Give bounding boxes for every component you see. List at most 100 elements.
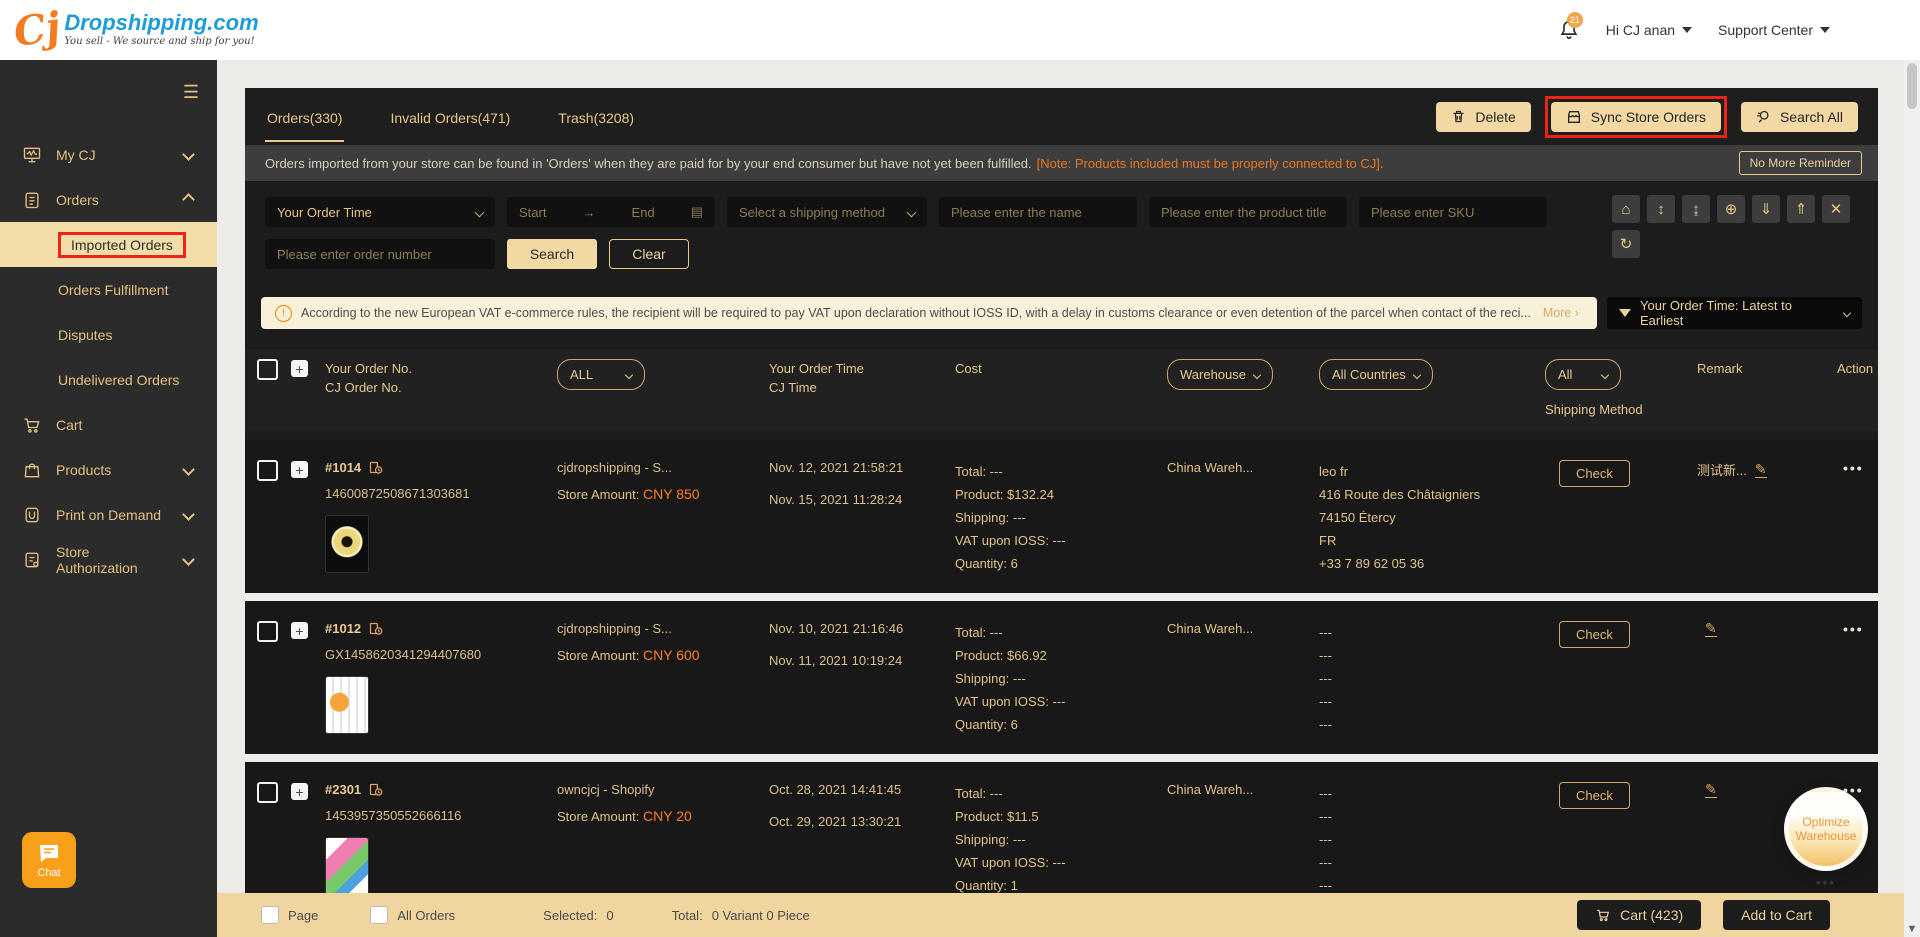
product-thumbnail[interactable] bbox=[325, 676, 369, 734]
create-order-icon[interactable]: ⊕ bbox=[1717, 195, 1745, 223]
sidebar-item-imported-orders[interactable]: Imported Orders bbox=[0, 222, 217, 267]
sku-filter-input[interactable] bbox=[1359, 197, 1547, 227]
order-row: + #2301 1453957350552666116 owncjcj - Sh… bbox=[245, 754, 1878, 915]
vat-notice-row: ! According to the new European VAT e-co… bbox=[261, 297, 1862, 329]
address-line: leo fr bbox=[1319, 464, 1348, 479]
chevron-down-icon bbox=[182, 508, 195, 521]
scrollbar-thumb[interactable] bbox=[1907, 63, 1917, 109]
page-checkbox[interactable] bbox=[261, 906, 279, 924]
expand-row-button[interactable]: + bbox=[291, 622, 308, 639]
row-checkbox[interactable] bbox=[257, 782, 278, 803]
scrollbar-down-arrow[interactable]: ▼ bbox=[1904, 923, 1920, 935]
annotation-red-box: Sync Store Orders bbox=[1544, 95, 1727, 138]
expand-row-button[interactable]: + bbox=[291, 783, 308, 800]
chat-button[interactable]: Chat bbox=[22, 832, 76, 888]
export-excel-icon[interactable]: ⇓ bbox=[1752, 195, 1780, 223]
expand-all-icon[interactable]: ↕ bbox=[1647, 195, 1675, 223]
sort-order-button[interactable]: Your Order Time: Latest to Earliest bbox=[1607, 297, 1862, 329]
tab-invalid-orders[interactable]: Invalid Orders(471) bbox=[388, 92, 512, 142]
row-checkbox[interactable] bbox=[257, 460, 278, 481]
your-order-time: Nov. 12, 2021 21:58:21 bbox=[769, 460, 904, 475]
total-value: 0 Variant 0 Piece bbox=[711, 907, 810, 923]
row-checkbox[interactable] bbox=[257, 621, 278, 642]
total-label: Total: bbox=[671, 907, 703, 923]
expand-row-button[interactable]: + bbox=[291, 461, 308, 478]
store-amount-label: Store Amount: bbox=[557, 648, 640, 663]
edit-address-icon[interactable]: ⌂ bbox=[1612, 195, 1640, 223]
expand-all-rows-button[interactable]: + bbox=[291, 360, 308, 377]
column-cost: Cost bbox=[955, 361, 982, 376]
monitor-icon bbox=[23, 147, 41, 162]
sidebar-item-products[interactable]: Products bbox=[0, 447, 217, 492]
edit-remark-icon[interactable]: ✎ bbox=[1705, 621, 1717, 637]
vat-more-link[interactable]: More › bbox=[1543, 306, 1579, 320]
cost-line: Total: --- bbox=[955, 625, 1003, 640]
check-button[interactable]: Check bbox=[1559, 460, 1630, 487]
warehouse-filter-dropdown[interactable]: Warehouse bbox=[1167, 359, 1273, 390]
row-more-actions[interactable]: ••• bbox=[1829, 621, 1878, 637]
optimize-warehouse-button[interactable]: Optimize Warehouse bbox=[1784, 787, 1868, 871]
product-thumbnail[interactable] bbox=[325, 837, 369, 895]
delete-button[interactable]: Delete bbox=[1436, 101, 1531, 132]
chevron-down-icon bbox=[182, 463, 195, 476]
scrollbar[interactable]: ▼ bbox=[1904, 60, 1920, 937]
no-more-reminder-button[interactable]: No More Reminder bbox=[1738, 151, 1862, 175]
support-center-menu[interactable]: Support Center bbox=[1718, 22, 1830, 38]
row-more-actions[interactable]: ••• bbox=[1829, 460, 1878, 476]
search-button[interactable]: Search bbox=[507, 239, 597, 269]
ioss-sync-icon[interactable]: ↻ bbox=[1612, 230, 1640, 258]
sidebar-item-orders[interactable]: Orders bbox=[0, 177, 217, 222]
chevron-down-icon bbox=[1820, 27, 1830, 33]
order-number-filter-input[interactable] bbox=[265, 239, 495, 269]
remove-order-icon[interactable]: ✕ bbox=[1822, 195, 1850, 223]
order-time-type-select[interactable]: Your Order Time bbox=[265, 197, 495, 227]
user-menu[interactable]: Hi CJ anan bbox=[1606, 22, 1693, 38]
optimize-more-dots[interactable]: ••• bbox=[1816, 875, 1836, 890]
import-excel-icon[interactable]: ⇑ bbox=[1787, 195, 1815, 223]
notifications-bell-icon[interactable]: 21 bbox=[1558, 12, 1583, 41]
sidebar-item-print-on-demand[interactable]: Print on Demand bbox=[0, 492, 217, 537]
product-thumbnail[interactable] bbox=[325, 515, 369, 573]
search-all-button[interactable]: Search All bbox=[1740, 101, 1858, 132]
address-line: FR bbox=[1319, 533, 1337, 548]
store-filter-dropdown[interactable]: ALL bbox=[557, 359, 645, 390]
sidebar-label: Imported Orders bbox=[71, 236, 173, 253]
sidebar-item-undelivered-orders[interactable]: Undelivered Orders bbox=[0, 357, 217, 402]
product-title-filter-input[interactable] bbox=[1149, 197, 1347, 227]
clear-button[interactable]: Clear bbox=[609, 239, 689, 269]
sidebar-item-my-cj[interactable]: My CJ bbox=[0, 132, 217, 177]
edit-remark-icon[interactable]: ✎ bbox=[1754, 461, 1767, 478]
collapse-all-icon[interactable]: ↨ bbox=[1682, 195, 1710, 223]
sync-store-orders-button[interactable]: Sync Store Orders bbox=[1550, 101, 1721, 132]
check-button[interactable]: Check bbox=[1559, 782, 1630, 809]
country-filter-dropdown[interactable]: All Countries bbox=[1319, 359, 1433, 390]
store-icon bbox=[1567, 110, 1580, 123]
select-all-checkbox[interactable] bbox=[257, 359, 278, 380]
sidebar-item-orders-fulfillment[interactable]: Orders Fulfillment bbox=[0, 267, 217, 312]
sidebar-item-store-authorization[interactable]: Store Authorization bbox=[0, 537, 217, 582]
all-orders-checkbox[interactable] bbox=[370, 906, 389, 924]
notice-text: Orders imported from your store can be f… bbox=[265, 155, 1032, 171]
check-button[interactable]: Check bbox=[1559, 621, 1630, 648]
name-filter-input[interactable] bbox=[939, 197, 1137, 227]
shipping-filter-dropdown[interactable]: All bbox=[1545, 359, 1621, 390]
your-order-no: #2301 bbox=[325, 782, 362, 797]
date-range-picker[interactable]: Start → End ▤ bbox=[507, 197, 715, 227]
cart-button[interactable]: Cart (423) bbox=[1577, 900, 1702, 930]
warning-icon: ! bbox=[275, 304, 292, 322]
sidebar-collapse-icon[interactable]: ☰ bbox=[183, 82, 199, 103]
shipping-method-select[interactable]: Select a shipping method bbox=[727, 197, 927, 227]
order-history-icon[interactable] bbox=[368, 460, 383, 475]
sidebar-item-cart[interactable]: Cart bbox=[0, 402, 217, 447]
cost-cell: Total: --- Product: $11.5 Shipping: --- VAT… bbox=[955, 782, 1167, 897]
tab-trash[interactable]: Trash(3208) bbox=[556, 92, 636, 142]
tab-orders[interactable]: Orders(330) bbox=[265, 92, 345, 142]
add-to-cart-button[interactable]: Add to Cart bbox=[1723, 900, 1830, 930]
address-line: --- bbox=[1319, 832, 1332, 847]
sidebar-label: Print on Demand bbox=[56, 506, 162, 523]
edit-remark-icon[interactable]: ✎ bbox=[1705, 782, 1717, 798]
order-history-icon[interactable] bbox=[368, 782, 383, 797]
logo[interactable]: Cj Dropshipping.com You sell - We source… bbox=[11, 3, 259, 56]
order-history-icon[interactable] bbox=[368, 621, 383, 636]
sidebar-item-disputes[interactable]: Disputes bbox=[0, 312, 217, 357]
